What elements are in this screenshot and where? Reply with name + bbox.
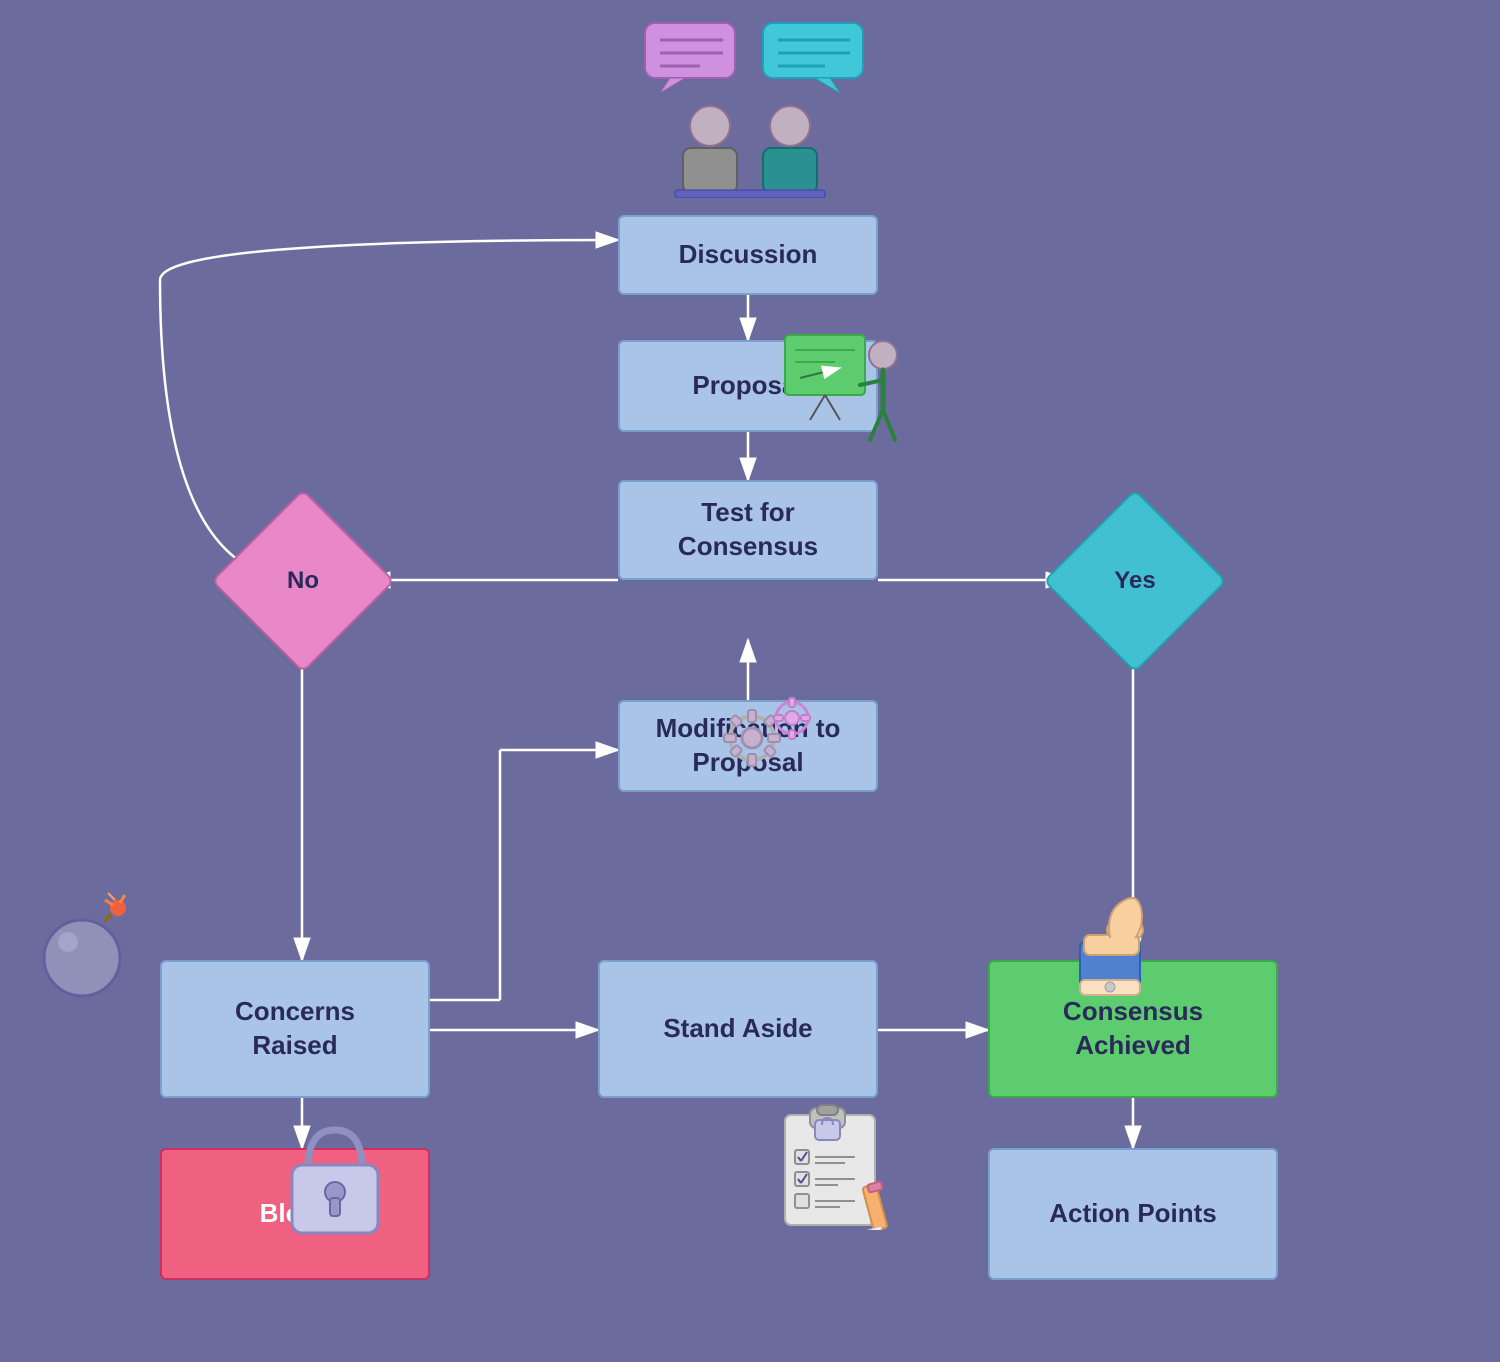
discussion-icon [615,18,885,198]
yes-diamond: Yes [1070,516,1200,646]
no-label: No [287,567,319,595]
thumbs-up-icon [1070,880,1190,1000]
concerns-raised-label: ConcernsRaised [235,995,355,1063]
no-diamond: No [238,516,368,646]
bomb-icon [30,890,140,1000]
stand-aside-label: Stand Aside [663,1012,812,1046]
diagram: Discussion Proposal Test forConsensus Mo… [0,0,1500,1362]
concerns-raised-box: ConcernsRaised [160,960,430,1098]
stand-aside-box: Stand Aside [598,960,878,1098]
lock-icon [280,1110,390,1240]
yes-label: Yes [1114,567,1155,595]
presenter-icon [780,330,910,460]
clipboard-icon [780,1100,900,1230]
action-points-label: Action Points [1049,1197,1217,1231]
action-points-box: Action Points [988,1148,1278,1280]
discussion-label: Discussion [679,238,818,272]
test-consensus-label: Test forConsensus [678,496,818,564]
consensus-achieved-label: ConsensusAchieved [1063,995,1203,1063]
test-consensus-box: Test forConsensus [618,480,878,580]
gear-icon [710,690,820,780]
discussion-box: Discussion [618,215,878,295]
